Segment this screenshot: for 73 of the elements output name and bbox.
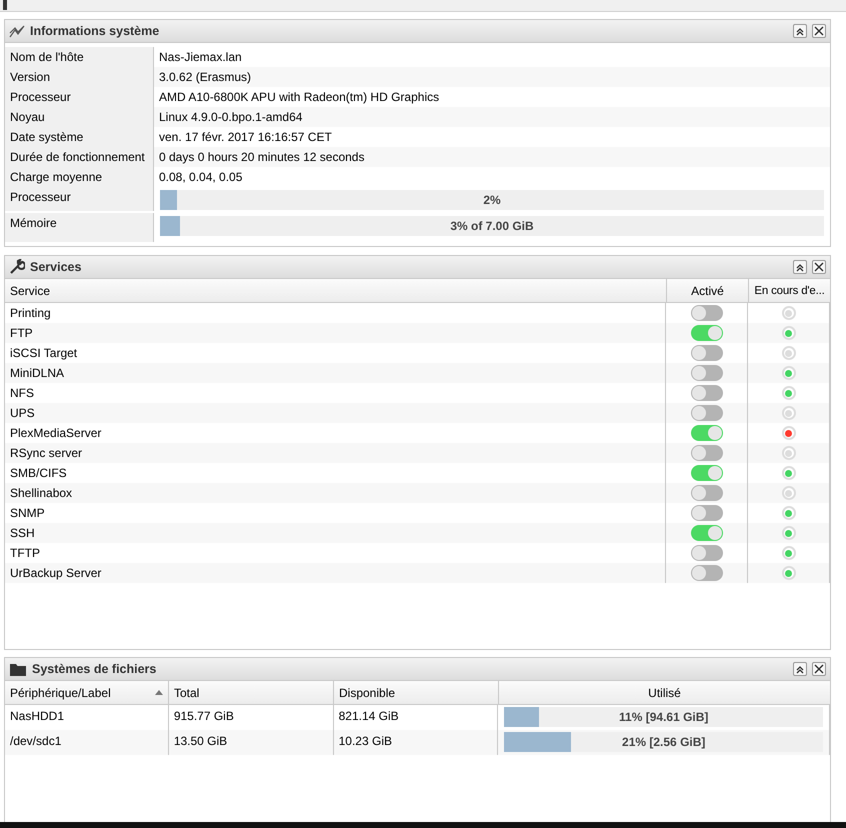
collapse-icon bbox=[795, 26, 805, 36]
sort-ascending-icon bbox=[155, 690, 163, 695]
info-value: Nas-Jiemax.lan bbox=[158, 49, 243, 66]
close-button[interactable] bbox=[812, 260, 826, 274]
wrench-icon bbox=[9, 259, 25, 275]
panel-title: Services bbox=[30, 258, 82, 276]
column-header[interactable]: Utilisé bbox=[499, 681, 831, 704]
column-header[interactable]: Disponible bbox=[334, 681, 499, 704]
folder-icon bbox=[9, 661, 27, 677]
usage-text: 11% [94.61 GiB] bbox=[618, 709, 710, 726]
column-header[interactable]: Activé bbox=[667, 279, 749, 302]
info-label: Durée de fonctionnement bbox=[5, 147, 154, 167]
toggle-switch[interactable] bbox=[690, 325, 723, 341]
chart-icon bbox=[9, 24, 25, 38]
info-value: AMD A10-6800K APU with Radeon(tm) HD Graphics bbox=[158, 89, 440, 106]
collapse-icon bbox=[795, 664, 805, 674]
collapse-icon bbox=[795, 262, 805, 272]
service-name: SSH bbox=[5, 523, 666, 543]
service-name: MiniDLNA bbox=[5, 363, 666, 383]
table-cell: 13.50 GiB bbox=[174, 734, 228, 748]
service-name: UrBackup Server bbox=[5, 563, 666, 583]
info-label: Charge moyenne bbox=[5, 167, 154, 187]
info-label: Mémoire bbox=[5, 213, 154, 242]
service-name: Shellinabox bbox=[5, 483, 666, 503]
info-value: 0.08, 0.04, 0.05 bbox=[158, 169, 244, 186]
table-cell: 915.77 GiB bbox=[174, 709, 234, 723]
close-icon bbox=[814, 26, 824, 36]
collapse-button[interactable] bbox=[793, 662, 807, 676]
service-name: UPS bbox=[5, 403, 666, 423]
toggle-switch[interactable] bbox=[690, 385, 723, 401]
toggle-switch[interactable] bbox=[690, 365, 723, 381]
column-header[interactable]: En cours d'e... bbox=[749, 279, 831, 302]
table-cell: /dev/sdc1 bbox=[10, 734, 62, 748]
toggle-switch[interactable] bbox=[690, 485, 723, 501]
info-value: 3.0.62 (Erasmus) bbox=[154, 67, 830, 87]
table-cell: 821.14 GiB bbox=[338, 709, 399, 723]
info-value: ven. 17 févr. 2017 16:16:57 CET bbox=[158, 129, 333, 146]
progress-text: 3% of 7.00 GiB bbox=[449, 218, 535, 235]
info-label: Nom de l'hôte bbox=[5, 47, 154, 67]
info-value: 0 days 0 hours 20 minutes 12 seconds bbox=[154, 147, 830, 167]
info-label: Processeur bbox=[5, 87, 154, 107]
info-value: Linux 4.9.0-0.bpo.1-amd64 bbox=[154, 107, 830, 127]
table-cell: 10.23 GiB bbox=[338, 734, 392, 748]
toggle-switch[interactable] bbox=[690, 545, 723, 561]
usage-text: 21% [2.56 GiB] bbox=[621, 734, 706, 751]
close-icon bbox=[814, 664, 824, 674]
table-cell: NasHDD1 bbox=[10, 709, 64, 723]
close-icon bbox=[814, 262, 824, 272]
collapse-button[interactable] bbox=[793, 260, 807, 274]
service-name: FTP bbox=[5, 323, 666, 343]
toggle-switch[interactable] bbox=[690, 345, 723, 361]
collapse-button[interactable] bbox=[793, 24, 807, 38]
info-label: Processeur bbox=[5, 187, 154, 211]
toggle-switch[interactable] bbox=[690, 565, 723, 581]
progress-text: 2% bbox=[482, 192, 502, 209]
service-name: RSync server bbox=[5, 443, 666, 463]
column-header[interactable]: Périphérique/Label bbox=[10, 680, 155, 704]
info-label: Date système bbox=[5, 127, 154, 147]
panel-title: Systèmes de fichiers bbox=[32, 660, 156, 678]
column-header[interactable]: Total bbox=[169, 681, 334, 704]
toggle-switch[interactable] bbox=[690, 305, 723, 321]
close-button[interactable] bbox=[812, 24, 826, 38]
toggle-switch[interactable] bbox=[690, 525, 723, 541]
toggle-switch[interactable] bbox=[690, 465, 723, 481]
panel-title: Informations système bbox=[30, 22, 160, 40]
close-button[interactable] bbox=[812, 662, 826, 676]
toggle-switch[interactable] bbox=[690, 445, 723, 461]
toggle-switch[interactable] bbox=[690, 425, 723, 441]
toggle-switch[interactable] bbox=[690, 405, 723, 421]
info-label: Version bbox=[5, 67, 154, 87]
toggle-switch[interactable] bbox=[690, 505, 723, 521]
info-label: Noyau bbox=[5, 107, 154, 127]
column-header[interactable]: Service bbox=[5, 279, 667, 302]
